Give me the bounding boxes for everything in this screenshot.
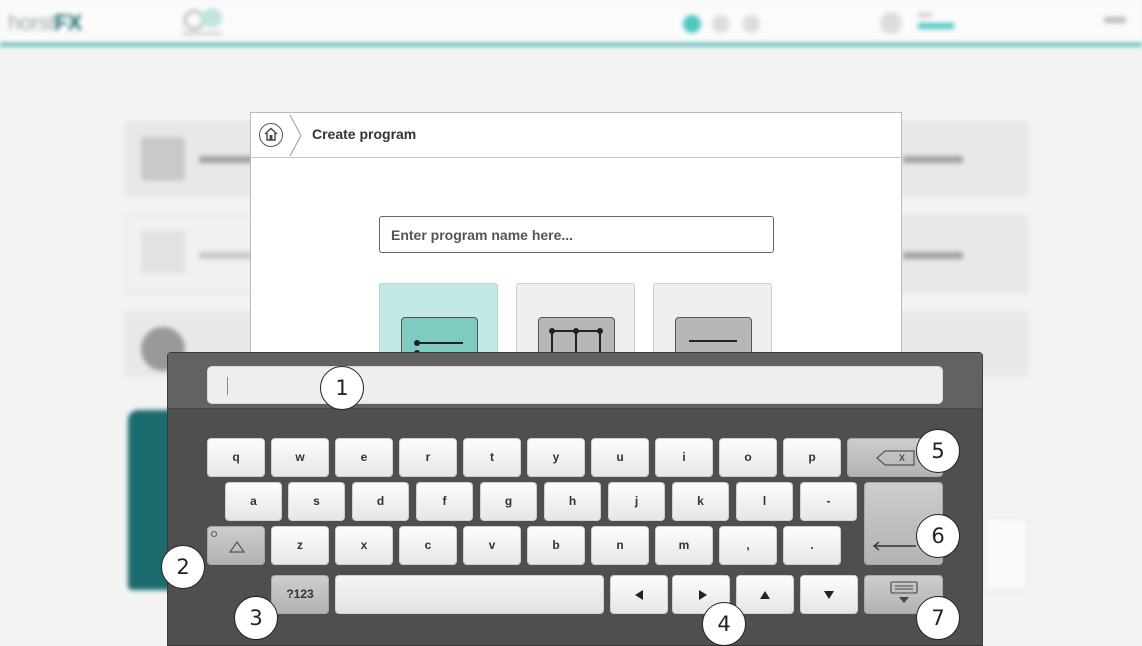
- create-program-dialog: Create program: [250, 112, 902, 373]
- user-avatar-icon: [880, 12, 902, 34]
- key-j[interactable]: j: [608, 482, 665, 521]
- key-s[interactable]: s: [288, 482, 345, 521]
- key-z[interactable]: z: [271, 526, 329, 565]
- space-key[interactable]: [335, 575, 604, 614]
- arrow-down-key[interactable]: [800, 575, 858, 614]
- shift-indicator-icon: [211, 531, 217, 537]
- key-d[interactable]: d: [352, 482, 409, 521]
- backspace-icon: [876, 450, 915, 466]
- key-comma[interactable]: ,: [719, 526, 777, 565]
- home-button[interactable]: [259, 123, 283, 147]
- dialog-title: Create program: [312, 126, 417, 142]
- arrow-left-icon: [635, 590, 643, 600]
- backspace-glyph: x: [899, 450, 905, 464]
- dialog-header: Create program: [251, 113, 901, 158]
- bg-tile-text: [903, 156, 963, 163]
- key-n[interactable]: n: [591, 526, 649, 565]
- status-icon: [772, 15, 790, 33]
- key-v[interactable]: v: [463, 526, 521, 565]
- arrow-up-icon: [760, 591, 770, 599]
- user-role: [918, 13, 932, 17]
- key-f[interactable]: f: [416, 482, 473, 521]
- callout-4: 4: [702, 602, 746, 646]
- key-g[interactable]: g: [480, 482, 537, 521]
- key-w[interactable]: w: [271, 438, 329, 477]
- enter-icon: [872, 541, 916, 551]
- bg-tile-text: [903, 252, 963, 259]
- key-r[interactable]: r: [399, 438, 457, 477]
- key-hyphen[interactable]: -: [800, 482, 857, 521]
- on-screen-keyboard: q w e r t y u i o p x a s d f g h j k l …: [167, 352, 983, 646]
- text-caret: [227, 377, 228, 395]
- key-k[interactable]: k: [672, 482, 729, 521]
- breadcrumb-separator-icon: [289, 114, 302, 157]
- status-icon: [742, 15, 760, 33]
- shift-key[interactable]: [207, 526, 265, 565]
- program-name-input[interactable]: [379, 216, 774, 253]
- key-t[interactable]: t: [463, 438, 521, 477]
- status-connected-icon: [683, 15, 701, 33]
- user-name: [918, 23, 954, 29]
- hide-keyboard-icon: [890, 581, 918, 603]
- language-selector: [1104, 17, 1126, 23]
- key-h[interactable]: h: [544, 482, 601, 521]
- key-p[interactable]: p: [783, 438, 841, 477]
- key-b[interactable]: b: [527, 526, 585, 565]
- home-icon: [264, 127, 278, 141]
- app-logo: horstFX: [8, 10, 82, 35]
- bg-tile-new-program: [880, 122, 1028, 196]
- keyboard-input-field[interactable]: [207, 366, 943, 404]
- callout-7: 7: [916, 596, 960, 640]
- bg-tile-icon: [141, 137, 185, 181]
- key-period[interactable]: .: [783, 526, 841, 565]
- key-i[interactable]: i: [655, 438, 713, 477]
- key-y[interactable]: y: [527, 438, 585, 477]
- bg-tile: [984, 518, 1028, 590]
- arrow-right-icon: [699, 590, 707, 600]
- callout-1: 1: [320, 366, 364, 410]
- key-x[interactable]: x: [335, 526, 393, 565]
- callout-6: 6: [916, 514, 960, 558]
- key-e[interactable]: e: [335, 438, 393, 477]
- key-a[interactable]: a: [225, 482, 282, 521]
- key-l[interactable]: l: [736, 482, 793, 521]
- key-m[interactable]: m: [655, 526, 713, 565]
- key-c[interactable]: c: [399, 526, 457, 565]
- key-u[interactable]: u: [591, 438, 649, 477]
- keyboard-input-bar: [168, 353, 982, 409]
- status-icon: [712, 15, 730, 33]
- arrow-up-key[interactable]: [736, 575, 794, 614]
- top-bar: horstFX: [0, 0, 1142, 46]
- arrow-left-key[interactable]: [610, 575, 668, 614]
- key-o[interactable]: o: [719, 438, 777, 477]
- key-q[interactable]: q: [207, 438, 265, 477]
- partner-logo: [182, 8, 222, 35]
- symbols-key[interactable]: ?123: [271, 575, 329, 614]
- callout-5: 5: [916, 429, 960, 473]
- bg-tile-icon: [141, 230, 185, 274]
- shift-icon: [229, 541, 245, 553]
- callout-2: 2: [161, 545, 205, 589]
- bg-tile-open-program: [880, 215, 1028, 293]
- arrow-down-icon: [824, 591, 834, 599]
- callout-3: 3: [234, 596, 278, 640]
